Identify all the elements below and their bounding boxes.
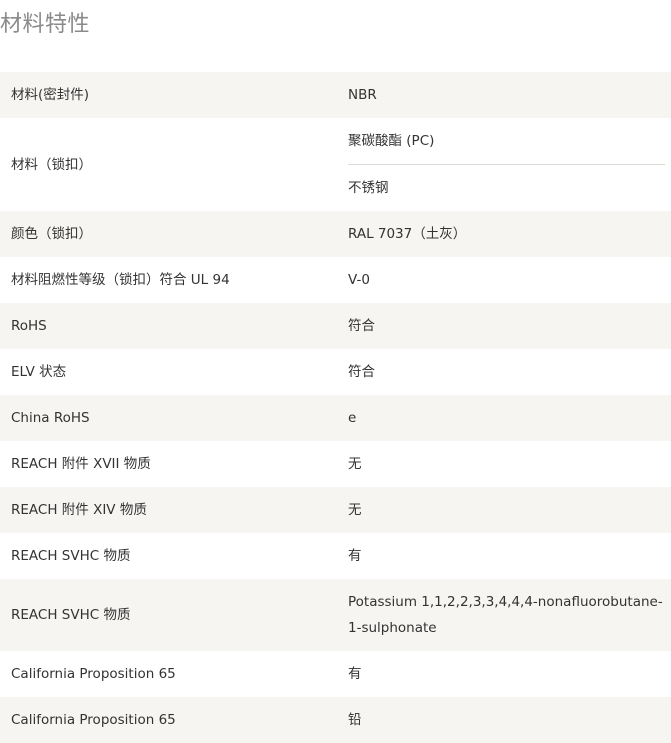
table-row: California Proposition 65 有 [0, 651, 671, 697]
property-value: Potassium 1,1,2,2,3,3,4,4,4-nonafluorobu… [348, 579, 671, 651]
value-line: RAL 7037（土灰） [348, 226, 467, 242]
property-value: V-0 [348, 257, 671, 303]
material-properties-table: 材料(密封件) NBR 材料（锁扣） 聚碳酸酯 (PC) 不锈钢 颜色（锁扣） … [0, 72, 671, 743]
property-label: ELV 状态 [11, 364, 67, 380]
property-label: REACH SVHC 物质 [11, 548, 131, 564]
table-row: REACH 附件 XIV 物质 无 [0, 487, 671, 533]
value-line: NBR [348, 87, 377, 103]
property-value: 铅 [348, 697, 671, 743]
table-row: 材料阻燃性等级（锁扣）符合 UL 94 V-0 [0, 257, 671, 303]
value-line: V-0 [348, 272, 370, 288]
property-label: California Proposition 65 [11, 666, 176, 682]
property-label: 材料阻燃性等级（锁扣）符合 UL 94 [11, 272, 230, 288]
value-line: 符合 [348, 364, 375, 380]
property-label: REACH 附件 XIV 物质 [11, 502, 147, 518]
value-line: 无 [348, 456, 362, 472]
property-value: 无 [348, 487, 671, 533]
property-value: 聚碳酸酯 (PC) 不锈钢 [348, 118, 671, 211]
property-label: China RoHS [11, 410, 90, 426]
value-line: e [348, 410, 357, 426]
table-row: 材料(密封件) NBR [0, 72, 671, 118]
property-value: 有 [348, 533, 671, 579]
table-row: California Proposition 65 铅 [0, 697, 671, 743]
table-row: 材料（锁扣） 聚碳酸酯 (PC) 不锈钢 [0, 118, 671, 211]
property-label: RoHS [11, 318, 47, 334]
table-row: China RoHS e [0, 395, 671, 441]
page-title: 材料特性 [0, 12, 91, 37]
property-value: 有 [348, 651, 671, 697]
table-row: 颜色（锁扣） RAL 7037（土灰） [0, 211, 671, 257]
value-line: 无 [348, 502, 362, 518]
property-label: 材料（锁扣） [11, 156, 92, 173]
value-line: 不锈钢 [348, 164, 665, 211]
value-line: 聚碳酸酯 (PC) [348, 133, 435, 149]
property-value: NBR [348, 72, 671, 118]
value-line: 有 [348, 666, 362, 682]
value-line: 符合 [348, 318, 375, 334]
property-value: e [348, 395, 671, 441]
property-value: 符合 [348, 349, 671, 395]
property-label: REACH SVHC 物质 [11, 607, 131, 623]
table-row: REACH SVHC 物质 有 [0, 533, 671, 579]
property-value: RAL 7037（土灰） [348, 211, 671, 257]
property-value: 无 [348, 441, 671, 487]
property-label: 材料(密封件) [11, 87, 90, 103]
property-label: REACH 附件 XVII 物质 [11, 456, 151, 472]
value-line: 有 [348, 548, 362, 564]
table-row: REACH 附件 XVII 物质 无 [0, 441, 671, 487]
table-row: REACH SVHC 物质 Potassium 1,1,2,2,3,3,4,4,… [0, 579, 671, 651]
table-row: ELV 状态 符合 [0, 349, 671, 395]
value-line: 铅 [348, 712, 362, 728]
property-value: 符合 [348, 303, 671, 349]
property-label: California Proposition 65 [11, 712, 176, 728]
table-row: RoHS 符合 [0, 303, 671, 349]
property-label: 颜色（锁扣） [11, 226, 92, 242]
value-line: Potassium 1,1,2,2,3,3,4,4,4-nonafluorobu… [348, 594, 663, 636]
